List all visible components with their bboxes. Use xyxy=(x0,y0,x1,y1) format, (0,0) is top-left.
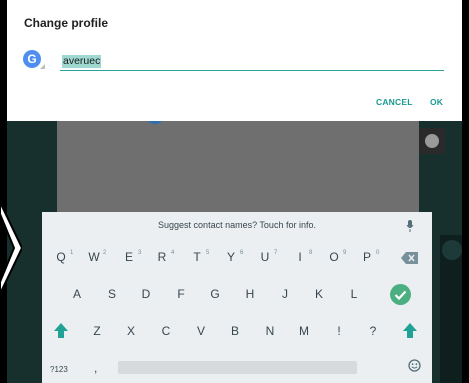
key-d[interactable]: D xyxy=(139,287,153,301)
key-m[interactable]: M xyxy=(297,324,311,338)
key-hint: 2 xyxy=(103,250,107,256)
key-h[interactable]: H xyxy=(243,287,257,301)
microphone-icon[interactable] xyxy=(406,220,414,232)
profile-name-input[interactable] xyxy=(60,53,444,71)
key-i[interactable]: I8 xyxy=(293,250,312,264)
key-hint: 8 xyxy=(309,250,313,256)
key-row-1: Q1 W2 E3 R4 T5 Y6 U7 I8 O9 P0 xyxy=(42,250,432,280)
suggestion-text[interactable]: Suggest contact names? Touch for info. xyxy=(42,220,432,230)
key-q[interactable]: Q1 xyxy=(54,250,73,264)
key-k[interactable]: K xyxy=(312,287,326,301)
key-exclaim[interactable]: ! xyxy=(332,324,346,338)
space-bar[interactable] xyxy=(118,361,357,374)
symbols-key[interactable]: ?123 xyxy=(50,363,68,377)
key-hint: 9 xyxy=(343,250,347,256)
account-dropdown-icon[interactable] xyxy=(40,64,45,69)
key-hint: 4 xyxy=(171,250,175,256)
dialog-title: Change profile xyxy=(24,16,109,30)
key-hint: 0 xyxy=(376,250,380,256)
key-row-2: ASDFGHJKL xyxy=(42,287,432,317)
soft-keyboard: Suggest contact names? Touch for info. Q… xyxy=(42,212,432,383)
key-w[interactable]: W2 xyxy=(87,250,106,264)
key-hint: 1 xyxy=(70,250,74,256)
key-e[interactable]: E3 xyxy=(122,250,141,264)
key-hint: 5 xyxy=(206,250,210,256)
key-b[interactable]: B xyxy=(228,324,242,338)
key-g[interactable]: G xyxy=(208,287,222,301)
key-v[interactable]: V xyxy=(194,324,208,338)
key-j[interactable]: J xyxy=(278,287,292,301)
key-l[interactable]: L xyxy=(347,287,361,301)
key-hint: 6 xyxy=(240,250,244,256)
key-c[interactable]: C xyxy=(159,324,173,338)
key-x[interactable]: X xyxy=(124,324,138,338)
key-o[interactable]: O9 xyxy=(327,250,346,264)
key-r[interactable]: R4 xyxy=(155,250,175,264)
key-t[interactable]: T5 xyxy=(190,250,209,264)
background-bubble xyxy=(442,240,462,260)
arrow-right-icon xyxy=(0,202,22,294)
emoji-icon[interactable] xyxy=(408,359,421,372)
enter-done-icon[interactable] xyxy=(390,284,411,305)
key-p[interactable]: P0 xyxy=(360,250,379,264)
key-question[interactable]: ? xyxy=(366,324,380,338)
ok-button[interactable]: OK xyxy=(430,97,443,107)
suggestion-strip[interactable]: Suggest contact names? Touch for info. xyxy=(42,212,432,238)
key-f[interactable]: F xyxy=(174,287,188,301)
key-u[interactable]: U7 xyxy=(258,250,278,264)
key-hint: 3 xyxy=(138,250,142,256)
key-n[interactable]: N xyxy=(263,324,277,338)
key-s[interactable]: S xyxy=(105,287,119,301)
key-row-4: ?123 , xyxy=(42,357,432,383)
profile-name-selected-text[interactable]: averuec xyxy=(62,55,102,68)
key-y[interactable]: Y6 xyxy=(224,250,243,264)
background-card xyxy=(57,115,419,225)
shift-right-icon[interactable] xyxy=(403,323,417,338)
backspace-icon[interactable] xyxy=(401,252,418,264)
change-profile-dialog: Change profile G averuec CANCEL OK xyxy=(7,0,462,121)
google-account-icon[interactable]: G xyxy=(23,50,41,68)
key-row-3: Z X C V B N M!? xyxy=(42,324,432,354)
cancel-button[interactable]: CANCEL xyxy=(376,97,413,107)
key-z[interactable]: Z xyxy=(90,324,104,338)
key-a[interactable]: A xyxy=(70,287,84,301)
shift-left-icon[interactable] xyxy=(54,323,68,338)
background-status-icon xyxy=(419,128,445,154)
comma-key[interactable]: , xyxy=(94,361,97,375)
key-hint: 7 xyxy=(274,250,278,256)
